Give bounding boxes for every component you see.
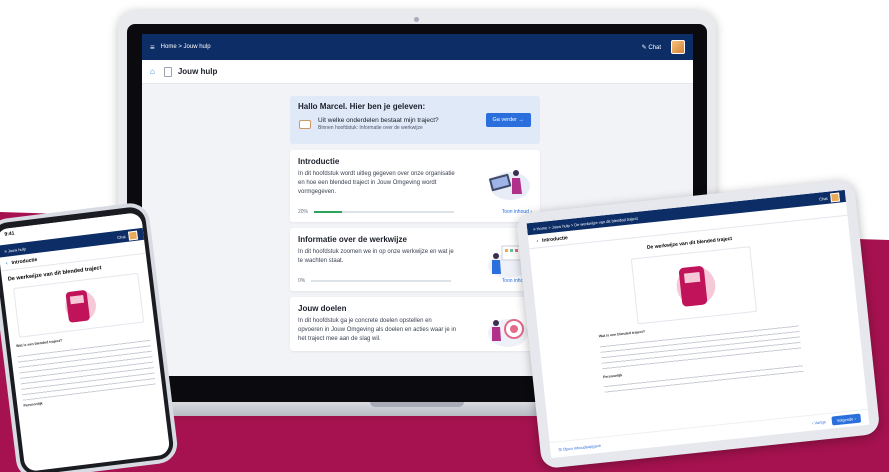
chat-button[interactable]: ✎ Chat xyxy=(642,44,661,51)
chapter-illustration-laptop-person xyxy=(489,170,530,200)
back-icon[interactable]: ‹ xyxy=(536,238,538,244)
previous-button-label: Vorige xyxy=(814,419,827,426)
avatar[interactable] xyxy=(127,230,138,241)
chapter-card-introductie[interactable]: Introductie In dit hoofdstuk wordt uitle… xyxy=(290,150,540,222)
phone-screen: 9:41 ≡ Jouw hulp Chat ‹ Introductie De w… xyxy=(0,212,171,472)
page-subheader: ⌂ Jouw hulp xyxy=(142,60,693,84)
menu-icon[interactable]: ≡ xyxy=(150,43,155,52)
chapter-card-werkwijze[interactable]: Informatie over de werkwijze In dit hoof… xyxy=(290,228,540,291)
avatar[interactable] xyxy=(830,192,840,202)
document-icon xyxy=(163,66,172,77)
chapter-description: In dit hoofdstuk zoomen we in op onze we… xyxy=(298,249,454,264)
progress-percent: 0% xyxy=(298,278,306,284)
back-icon[interactable]: ‹ xyxy=(6,260,8,266)
progress-bar xyxy=(311,280,452,282)
chapter-footer: 20% Toon inhoud › xyxy=(298,209,532,215)
chat-label: Chat xyxy=(648,44,661,51)
tablet-phone-illustration xyxy=(676,266,716,307)
chapter-illustration-goals xyxy=(488,319,528,347)
laptop-notch xyxy=(370,402,464,407)
chapter-card-doelen[interactable]: Jouw doelen In dit hoofdstuk ga je concr… xyxy=(290,297,540,351)
phone-time: 9:41 xyxy=(4,230,15,238)
mail-icon xyxy=(299,120,311,129)
progress-bar-fill xyxy=(314,211,343,213)
table-of-contents-label: Open inhoudsopgave xyxy=(562,442,602,452)
progress-bar xyxy=(314,211,455,213)
arrow-right-icon: → xyxy=(518,117,525,123)
breadcrumb[interactable]: Home > Jouw hulp xyxy=(161,44,642,50)
progress-percent: 20% xyxy=(298,209,309,215)
table-of-contents-link[interactable]: ☰ Open inhoudsopgave xyxy=(558,443,601,452)
welcome-heading: Hallo Marcel. Hier ben je geleven: xyxy=(298,102,426,111)
tablet-screen: ≡ Home > Jouw hulp > De werkwijze van di… xyxy=(526,189,870,459)
phone-subheader-title: Introductie xyxy=(11,256,38,266)
home-icon[interactable]: ⌂ xyxy=(150,67,155,76)
avatar[interactable] xyxy=(671,40,685,54)
chapter-description: In dit hoofdstuk wordt uitleg gegeven ov… xyxy=(298,171,455,195)
next-button-label: Volgende xyxy=(836,416,854,424)
chapter-column: Hallo Marcel. Hier ben je geleven: Uit w… xyxy=(290,96,540,351)
chat-label[interactable]: Chat xyxy=(819,195,828,201)
top-navigation-bar: ≡ Home > Jouw hulp ✎ Chat xyxy=(142,34,693,60)
continue-button-label: Ga verder xyxy=(492,117,517,123)
tablet-subheader-title: Introductie xyxy=(541,234,569,244)
page-title: Jouw hulp xyxy=(177,67,218,76)
laptop-camera xyxy=(414,17,419,22)
continue-button[interactable]: Ga verder → xyxy=(485,113,531,127)
previous-button[interactable]: ‹ Vorige xyxy=(812,419,826,425)
phone-device: 9:41 ≡ Jouw hulp Chat ‹ Introductie De w… xyxy=(0,201,180,472)
chapter-description: In dit hoofdstuk ga je concrete doelen o… xyxy=(298,318,457,342)
chat-label[interactable]: Chat xyxy=(117,234,126,240)
tablet-illustration xyxy=(630,246,758,325)
next-button[interactable]: Volgende › xyxy=(831,413,862,426)
welcome-banner: Hallo Marcel. Hier ben je geleven: Uit w… xyxy=(290,96,540,144)
tablet-device: ≡ Home > Jouw hulp > De werkwijze van di… xyxy=(515,178,881,470)
